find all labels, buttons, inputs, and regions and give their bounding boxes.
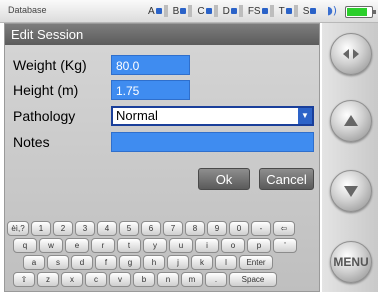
side-button-panel: MENU <box>322 23 378 292</box>
key-space[interactable]: Space <box>229 272 277 287</box>
key-o[interactable]: o <box>221 238 245 253</box>
dialog-title: Edit Session <box>5 24 319 45</box>
battery-level-fill <box>347 8 367 16</box>
channel-a: A <box>148 2 168 20</box>
key-b[interactable]: b <box>133 272 155 287</box>
height-label: Height (m) <box>13 82 79 98</box>
swap-arrows-icon <box>343 49 359 59</box>
key-enter[interactable]: Enter <box>239 255 273 270</box>
key-8[interactable]: 8 <box>185 221 205 236</box>
dialog-body: Weight (Kg) 80.0 Height (m) 1.75 Patholo… <box>5 45 319 291</box>
key-n[interactable]: n <box>157 272 179 287</box>
cancel-button[interactable]: Cancel <box>259 168 314 190</box>
status-bar: Database A B C D FS T S ◗) <box>0 0 378 23</box>
key-m[interactable]: m <box>181 272 203 287</box>
key-i[interactable]: i <box>195 238 219 253</box>
key--[interactable]: - <box>251 221 271 236</box>
key-t[interactable]: t <box>117 238 141 253</box>
key-x[interactable]: x <box>61 272 83 287</box>
key-3[interactable]: 3 <box>75 221 95 236</box>
key-s[interactable]: s <box>47 255 69 270</box>
channel-b: B <box>173 2 193 20</box>
channel-dot-icon <box>205 8 212 14</box>
battery-icon <box>345 6 376 18</box>
key-g[interactable]: g <box>119 255 141 270</box>
key-w[interactable]: w <box>39 238 63 253</box>
key-k[interactable]: k <box>191 255 213 270</box>
key-èì,?[interactable]: èì,? <box>7 221 29 236</box>
key-p[interactable]: p <box>247 238 271 253</box>
height-input[interactable]: 1.75 <box>111 80 190 100</box>
ok-button[interactable]: Ok <box>198 168 250 190</box>
key-l[interactable]: l <box>215 255 237 270</box>
key-c[interactable]: c <box>85 272 107 287</box>
key-a[interactable]: a <box>23 255 45 270</box>
up-arrow-icon <box>344 115 358 126</box>
app-name: Database <box>8 5 47 15</box>
channel-d: D <box>223 2 243 20</box>
channel-dot-icon <box>180 8 187 14</box>
channel-indicators: A B C D FS T S <box>148 2 317 20</box>
menu-button[interactable]: MENU <box>330 241 372 283</box>
notes-input[interactable] <box>111 132 314 152</box>
chevron-down-icon[interactable]: ▼ <box>298 108 312 124</box>
key-5[interactable]: 5 <box>119 221 139 236</box>
key-4[interactable]: 4 <box>97 221 117 236</box>
weight-label: Weight (Kg) <box>13 57 87 73</box>
key-⇧[interactable]: ⇧ <box>13 272 35 287</box>
channel-s: S <box>303 2 318 20</box>
edit-session-dialog: Edit Session Weight (Kg) 80.0 Height (m)… <box>4 23 320 292</box>
channel-dot-icon <box>285 8 292 14</box>
key-q[interactable]: q <box>13 238 37 253</box>
key-z[interactable]: z <box>37 272 59 287</box>
up-button[interactable] <box>330 100 372 142</box>
pathology-label: Pathology <box>13 108 76 124</box>
key-u[interactable]: u <box>169 238 193 253</box>
key-h[interactable]: h <box>143 255 165 270</box>
key-e[interactable]: e <box>65 238 89 253</box>
weight-input[interactable]: 80.0 <box>111 55 190 75</box>
key-v[interactable]: v <box>109 272 131 287</box>
channel-t: T <box>279 2 298 20</box>
key-0[interactable]: 0 <box>229 221 249 236</box>
key-9[interactable]: 9 <box>207 221 227 236</box>
channel-dot-icon <box>155 8 162 14</box>
channel-dot-icon <box>230 8 237 14</box>
channel-fs: FS <box>248 2 274 20</box>
key-6[interactable]: 6 <box>141 221 161 236</box>
key-.[interactable]: . <box>205 272 227 287</box>
key-2[interactable]: 2 <box>53 221 73 236</box>
key-'[interactable]: ' <box>273 238 297 253</box>
down-button[interactable] <box>330 170 372 212</box>
channel-dot-icon <box>310 8 317 14</box>
channel-dot-icon <box>261 8 268 14</box>
channel-c: C <box>197 2 218 20</box>
pathology-selected-value: Normal <box>116 108 158 123</box>
key-j[interactable]: j <box>167 255 189 270</box>
pathology-select[interactable]: Normal ▼ <box>111 106 314 126</box>
key-f[interactable]: f <box>95 255 117 270</box>
key-y[interactable]: y <box>143 238 167 253</box>
on-screen-keyboard: èì,? 1 2 3 4 5 6 7 8 9 0- ⇦ q w e r t y u i o p ' a s d f g h j k l Ente… <box>7 221 317 289</box>
swap-button[interactable] <box>330 33 372 75</box>
signal-icon: ◗) <box>327 4 338 17</box>
key-r[interactable]: r <box>91 238 115 253</box>
key-1[interactable]: 1 <box>31 221 51 236</box>
notes-label: Notes <box>13 134 50 150</box>
key-⇦[interactable]: ⇦ <box>273 221 295 236</box>
key-d[interactable]: d <box>71 255 93 270</box>
key-7[interactable]: 7 <box>163 221 183 236</box>
down-arrow-icon <box>344 186 358 197</box>
